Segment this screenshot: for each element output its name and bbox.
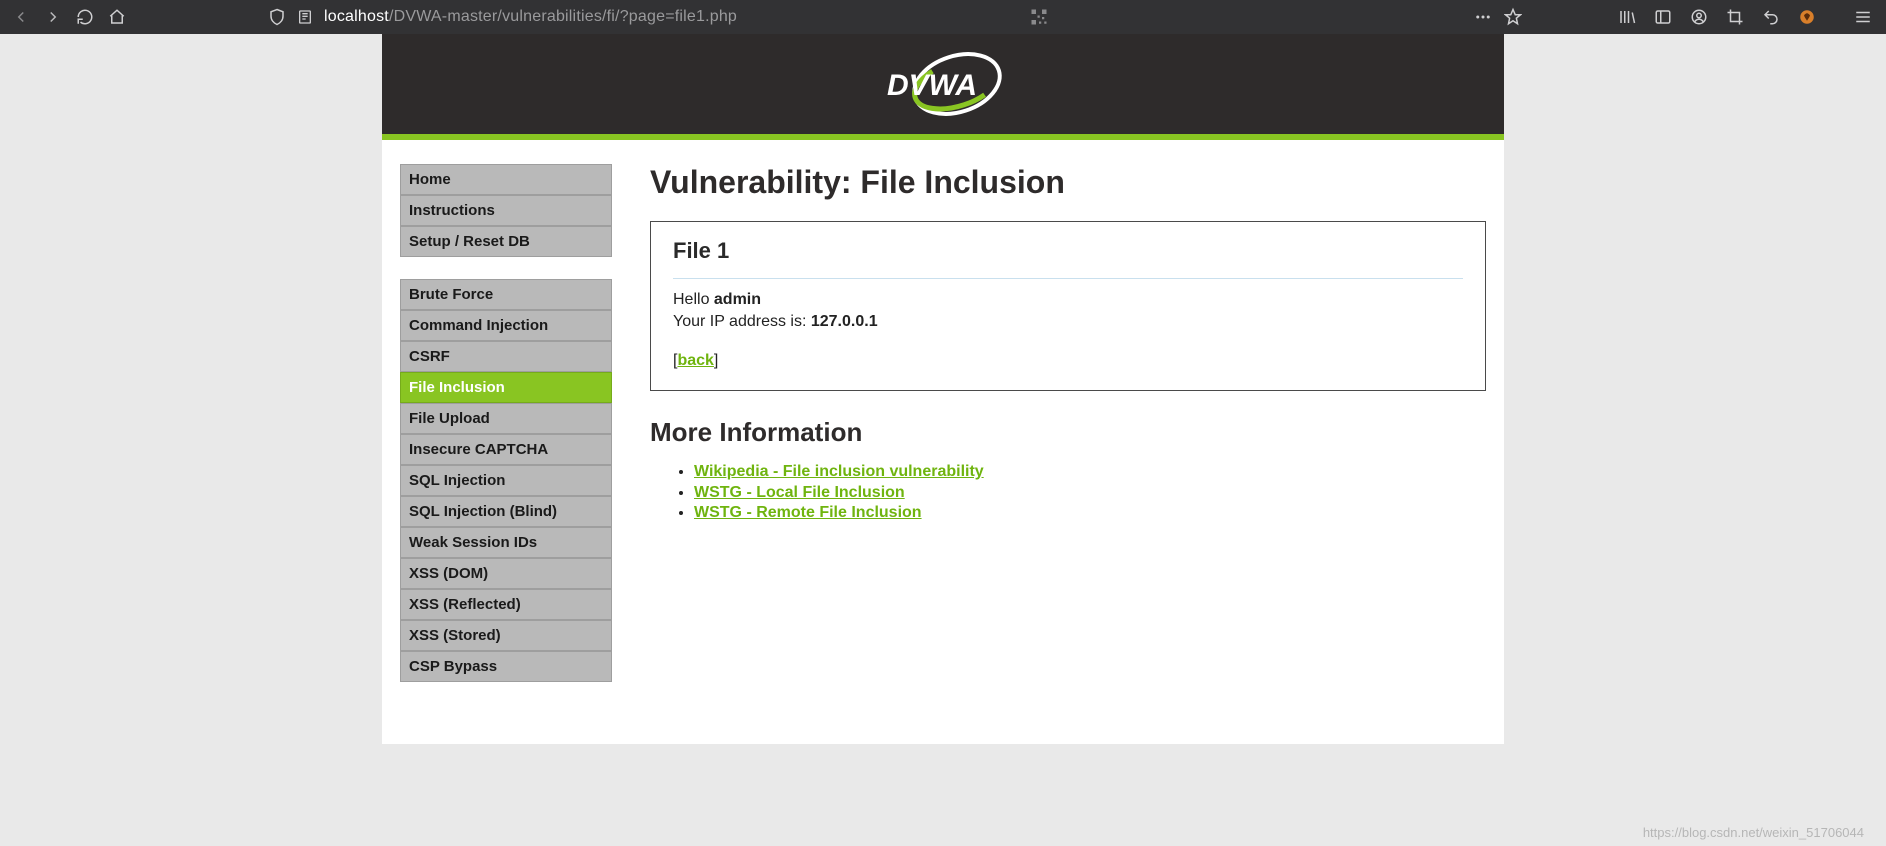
home-icon[interactable] bbox=[108, 8, 126, 26]
url-path: /DVWA-master/vulnerabilities/fi/?page=fi… bbox=[389, 8, 737, 25]
more-info-heading: More Information bbox=[650, 417, 1486, 448]
bracket-close: ] bbox=[714, 352, 718, 369]
sidebar-item-weak-session-ids[interactable]: Weak Session IDs bbox=[400, 527, 612, 558]
page-title: Vulnerability: File Inclusion bbox=[650, 164, 1486, 201]
sidebar-item-file-upload[interactable]: File Upload bbox=[400, 403, 612, 434]
back-link[interactable]: back bbox=[677, 352, 713, 369]
app-menu-icon[interactable] bbox=[1854, 8, 1872, 26]
screenshot-crop-icon[interactable] bbox=[1726, 8, 1744, 26]
dvwa-logo: DVWA bbox=[873, 45, 1013, 123]
back-line: [back] bbox=[673, 350, 1463, 372]
page-info-icon[interactable] bbox=[296, 8, 314, 26]
site-header: DVWA bbox=[382, 34, 1504, 134]
sidebar-group-main: Home Instructions Setup / Reset DB bbox=[400, 164, 612, 257]
url-bar[interactable]: localhost/DVWA-master/vulnerabilities/fi… bbox=[324, 8, 737, 26]
reload-icon[interactable] bbox=[76, 8, 94, 26]
forward-icon[interactable] bbox=[44, 8, 62, 26]
file-output-box: File 1 Hello admin Your IP address is: 1… bbox=[650, 221, 1486, 391]
sidebar-item-xss-dom[interactable]: XSS (DOM) bbox=[400, 558, 612, 589]
sidebar-item-sql-injection-blind[interactable]: SQL Injection (Blind) bbox=[400, 496, 612, 527]
shield-icon[interactable] bbox=[268, 8, 286, 26]
qr-icon[interactable] bbox=[1030, 8, 1048, 26]
sidebar-item-file-inclusion[interactable]: File Inclusion bbox=[400, 372, 612, 403]
hello-line: Hello admin bbox=[673, 289, 1463, 311]
info-link-wstg-lfi[interactable]: WSTG - Local File Inclusion bbox=[694, 484, 905, 501]
library-icon[interactable] bbox=[1618, 8, 1636, 26]
sidebar-item-sql-injection[interactable]: SQL Injection bbox=[400, 465, 612, 496]
undo-icon[interactable] bbox=[1762, 8, 1780, 26]
svg-text:DVWA: DVWA bbox=[887, 69, 977, 102]
sidebar-item-xss-stored[interactable]: XSS (Stored) bbox=[400, 620, 612, 651]
url-host: localhost bbox=[324, 8, 389, 25]
ip-line: Your IP address is: 127.0.0.1 bbox=[673, 311, 1463, 333]
hello-user: admin bbox=[714, 291, 761, 308]
sidebar-item-brute-force[interactable]: Brute Force bbox=[400, 279, 612, 310]
sidebar: Home Instructions Setup / Reset DB Brute… bbox=[400, 164, 612, 704]
list-item: Wikipedia - File inclusion vulnerability bbox=[694, 462, 1486, 483]
divider bbox=[673, 278, 1463, 279]
sidebar-item-csrf[interactable]: CSRF bbox=[400, 341, 612, 372]
back-icon[interactable] bbox=[12, 8, 30, 26]
ip-value: 127.0.0.1 bbox=[811, 313, 878, 330]
ip-prefix: Your IP address is: bbox=[673, 313, 811, 330]
list-item: WSTG - Remote File Inclusion bbox=[694, 503, 1486, 524]
main-content: Vulnerability: File Inclusion File 1 Hel… bbox=[650, 164, 1486, 524]
extension-icon[interactable] bbox=[1798, 8, 1816, 26]
sidebar-item-command-injection[interactable]: Command Injection bbox=[400, 310, 612, 341]
list-item: WSTG - Local File Inclusion bbox=[694, 483, 1486, 504]
sidebar-toggle-icon[interactable] bbox=[1654, 8, 1672, 26]
bookmark-star-icon[interactable] bbox=[1504, 8, 1522, 26]
sidebar-group-vulns: Brute Force Command Injection CSRF File … bbox=[400, 279, 612, 682]
info-link-wstg-rfi[interactable]: WSTG - Remote File Inclusion bbox=[694, 504, 922, 521]
sidebar-item-home[interactable]: Home bbox=[400, 164, 612, 195]
sidebar-item-instructions[interactable]: Instructions bbox=[400, 195, 612, 226]
account-icon[interactable] bbox=[1690, 8, 1708, 26]
page-container: DVWA Home Instructions Setup / Reset DB … bbox=[382, 34, 1504, 744]
sidebar-item-csp-bypass[interactable]: CSP Bypass bbox=[400, 651, 612, 682]
sidebar-item-setup[interactable]: Setup / Reset DB bbox=[400, 226, 612, 257]
info-link-list: Wikipedia - File inclusion vulnerability… bbox=[650, 462, 1486, 524]
sidebar-item-insecure-captcha[interactable]: Insecure CAPTCHA bbox=[400, 434, 612, 465]
file-heading: File 1 bbox=[673, 238, 1463, 264]
browser-toolbar: localhost/DVWA-master/vulnerabilities/fi… bbox=[0, 0, 1886, 34]
more-dots-icon[interactable] bbox=[1474, 8, 1492, 26]
sidebar-item-xss-reflected[interactable]: XSS (Reflected) bbox=[400, 589, 612, 620]
info-link-wikipedia[interactable]: Wikipedia - File inclusion vulnerability bbox=[694, 463, 984, 480]
page-viewport[interactable]: DVWA Home Instructions Setup / Reset DB … bbox=[0, 34, 1886, 846]
hello-prefix: Hello bbox=[673, 291, 714, 308]
